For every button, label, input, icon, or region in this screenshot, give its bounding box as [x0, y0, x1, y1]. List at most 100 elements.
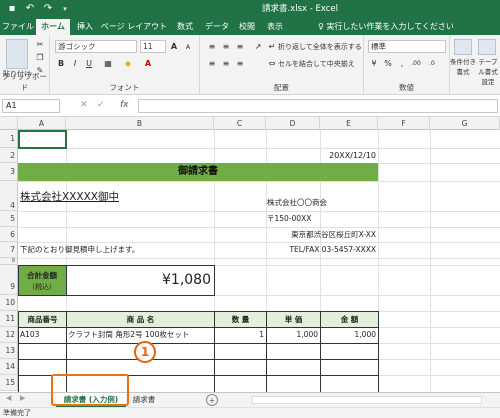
row-header-10[interactable]: 10	[0, 295, 18, 311]
save-icon[interactable]: ▪	[6, 2, 18, 16]
comma-button[interactable]: ,	[396, 58, 408, 70]
selected-cell-a1[interactable]	[18, 130, 67, 149]
col-header-amount: 金 額	[321, 312, 378, 327]
row-header-4[interactable]: 4	[0, 181, 18, 211]
customer-name[interactable]: 株式会社XXXXX御中	[20, 189, 119, 205]
font-color-icon[interactable]: A	[142, 58, 154, 70]
intro-text[interactable]: 下記のとおり御見積申し上げます。	[20, 242, 139, 258]
phone-fax[interactable]: TEL/FAX 03-5457-XXXX	[266, 242, 378, 258]
horizontal-scrollbar[interactable]	[252, 396, 482, 404]
paste-icon[interactable]	[6, 39, 28, 69]
decrease-decimal-button[interactable]: .0	[426, 58, 438, 70]
insert-function-button[interactable]: fx	[120, 100, 129, 110]
row-header-13[interactable]: 13	[0, 343, 18, 359]
column-header-e[interactable]: E	[320, 117, 378, 130]
cut-icon[interactable]: ✂	[34, 39, 46, 51]
scroll-right-icon[interactable]: ▶	[20, 394, 25, 402]
percent-button[interactable]: %	[382, 58, 394, 70]
row-header-9[interactable]: 9	[0, 265, 18, 295]
format-table-icon[interactable]	[478, 39, 496, 55]
tab-view[interactable]: 表示	[262, 19, 288, 35]
column-header-a[interactable]: A	[18, 117, 66, 130]
borders-icon[interactable]: ▦	[102, 58, 114, 70]
invoice-heading[interactable]: 御請求書	[18, 163, 378, 181]
tab-data[interactable]: データ	[202, 19, 232, 35]
conditional-format-icon[interactable]	[454, 39, 472, 55]
clipboard-label: クリップボード	[2, 72, 47, 92]
shrink-font-button[interactable]: A	[182, 41, 194, 53]
column-header-g[interactable]: G	[430, 117, 500, 130]
scroll-left-icon[interactable]: ◀	[6, 394, 11, 402]
formula-input[interactable]	[138, 99, 498, 113]
align-right-icon[interactable]: ≡	[234, 58, 246, 70]
row-header-7[interactable]: 7	[0, 242, 18, 258]
row-header-5[interactable]: 5	[0, 211, 18, 227]
column-header-f[interactable]: F	[378, 117, 430, 130]
gridline	[18, 258, 500, 259]
col-header-name: 商 品 名	[67, 312, 214, 327]
postal-code[interactable]: 〒150-00XX	[267, 211, 311, 227]
row-header-1[interactable]: 1	[0, 130, 18, 148]
underline-button[interactable]: U	[83, 58, 95, 70]
align-left-icon[interactable]: ≡	[206, 58, 218, 70]
italic-button[interactable]: I	[69, 58, 81, 70]
tab-insert[interactable]: 挿入	[72, 19, 98, 35]
copy-icon[interactable]: ❐	[34, 52, 46, 64]
font-name-select[interactable]: 游ゴシック	[55, 40, 137, 53]
enter-icon[interactable]: ✓	[97, 100, 105, 110]
invoice-date[interactable]: 20XX/12/10	[320, 148, 378, 163]
align-bottom-icon[interactable]: ≡	[234, 41, 246, 53]
align-center-icon[interactable]: ≡	[220, 58, 232, 70]
align-middle-icon[interactable]: ≡	[220, 41, 232, 53]
number-format-select[interactable]: 標準	[368, 40, 446, 53]
row-header-8[interactable]: 8	[0, 258, 18, 265]
row-header-15[interactable]: 15	[0, 375, 18, 391]
add-sheet-button[interactable]: +	[206, 394, 218, 406]
orientation-icon[interactable]: ↗	[252, 41, 264, 53]
item-name[interactable]: クラフト封筒 角形2号 100枚セット	[68, 327, 189, 343]
row-header-2[interactable]: 2	[0, 148, 18, 163]
tell-me-input[interactable]: ♀ 実行したい作業を入力してください	[318, 19, 454, 34]
cancel-icon[interactable]: ✕	[80, 100, 88, 110]
row-header-12[interactable]: 12	[0, 327, 18, 343]
item-code[interactable]: A103	[20, 327, 39, 343]
customize-icon[interactable]: ▾	[60, 2, 70, 16]
format-table-button[interactable]: テーブル書式設定	[476, 57, 500, 87]
number-label: 数値	[399, 83, 414, 92]
font-size-select[interactable]: 11	[140, 40, 166, 53]
select-all-corner[interactable]	[0, 117, 18, 130]
item-amount[interactable]: 1,000	[320, 327, 378, 343]
name-box[interactable]: A1	[2, 99, 60, 113]
conditional-format-button[interactable]: 条件付き書式	[450, 57, 476, 77]
column-header-b[interactable]: B	[66, 117, 214, 130]
undo-icon[interactable]: ↶	[24, 2, 36, 16]
row-header-11[interactable]: 11	[0, 311, 18, 327]
bold-button[interactable]: B	[55, 58, 67, 70]
sheet-tab-invoice[interactable]: 請求書	[128, 393, 160, 407]
item-price[interactable]: 1,000	[266, 327, 320, 343]
grow-font-button[interactable]: A	[168, 41, 180, 53]
tab-review[interactable]: 校閲	[234, 19, 260, 35]
row-header-6[interactable]: 6	[0, 227, 18, 242]
merge-center-button[interactable]: セルを結合して中央揃え	[278, 59, 362, 69]
tab-formulas[interactable]: 数式	[172, 19, 198, 35]
redo-icon[interactable]: ↷	[42, 2, 54, 16]
align-top-icon[interactable]: ≡	[206, 41, 218, 53]
currency-icon[interactable]: ¥	[368, 58, 380, 70]
column-header-d[interactable]: D	[266, 117, 320, 130]
tab-home[interactable]: ホーム	[36, 19, 70, 35]
item-qty[interactable]: 1	[214, 327, 266, 343]
increase-decimal-button[interactable]: .00	[410, 58, 422, 70]
address[interactable]: 東京都渋谷区桜丘町X-XX	[266, 227, 378, 242]
row-header-3[interactable]: 3	[0, 163, 18, 181]
column-header-c[interactable]: C	[214, 117, 266, 130]
fill-color-icon[interactable]: ◆	[122, 58, 134, 70]
row-header-14[interactable]: 14	[0, 359, 18, 375]
tab-page-layout[interactable]: ページ レイアウト	[100, 19, 168, 35]
total-value[interactable]: ¥1,080	[66, 265, 214, 295]
wrap-text-button[interactable]: 折り返して全体を表示する	[278, 42, 362, 52]
title-bar: ▪ ↶ ↷ ▾ 請求書.xlsx - Excel	[0, 0, 500, 18]
tab-file[interactable]: ファイル	[2, 19, 34, 35]
worksheet-grid[interactable]: A B C D E F G 1 2 3 4 5 6 7 8 9 10 11 12…	[0, 117, 500, 392]
company-name[interactable]: 株式会社〇〇商会	[267, 195, 327, 211]
